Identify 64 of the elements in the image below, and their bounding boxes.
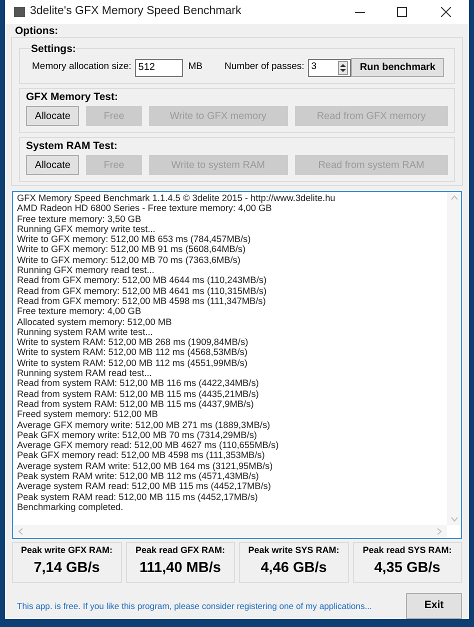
result-label: Peak read SYS RAM: [362, 544, 452, 556]
unit-label: MB [188, 60, 203, 74]
log-line: Benchmarking completed. [17, 502, 124, 512]
result-label: Peak read GFX RAM: [135, 544, 226, 556]
log-line: Peak system RAM write: 512,00 MB 112 ms (4571,43MB/s) [17, 471, 259, 482]
result-label: Peak write SYS RAM: [248, 544, 340, 556]
scroll-right-icon [437, 528, 442, 535]
result-value: 111,40 MB/s [140, 559, 221, 577]
log-line: Free texture memory: 4,00 GB [17, 306, 142, 317]
options-label: Options: [15, 25, 60, 37]
result-value: 4,46 GB/s [260, 559, 327, 577]
log-line: Read from system RAM: 512,00 MB 116 ms (4422,34MB/s) [17, 378, 259, 389]
log-line: Write to GFX memory: 512,00 MB 91 ms (5608,64MB/s) [17, 244, 246, 255]
log-line: Write to GFX memory: 512,00 MB 70 ms (7363,6MB/s) [17, 254, 240, 266]
vertical-scrollbar[interactable] [447, 192, 461, 525]
log-line: Free texture memory: 3,50 GB [17, 214, 142, 224]
log-line: GFX Memory Speed Benchmark 1.1.4.5 © 3delite 2015 - http://www.3delite.hu [17, 193, 336, 204]
exit-button[interactable]: Exit [406, 593, 462, 619]
passes-spinner[interactable]: 3 [308, 58, 352, 76]
close-icon [441, 7, 451, 17]
test-button[interactable]: Allocate [26, 106, 80, 126]
app-icon [14, 7, 25, 17]
result-value: 4,35 GB/s [374, 559, 440, 577]
log-line: Running system RAM write test... [17, 326, 153, 338]
log-line: Running system RAM read test... [17, 368, 152, 378]
passes-label: Number of passes: [224, 60, 304, 74]
log-line: Freed system memory: 512,00 MB [17, 409, 158, 420]
log-line: Read from GFX memory: 512,00 MB 4644 ms (110,243MB/s) [17, 275, 267, 286]
test-button[interactable]: Allocate [26, 155, 80, 175]
log-line: Peak system RAM read: 512,00 MB 115 ms (4452,17MB/s) [17, 492, 258, 502]
scroll-down-icon [450, 517, 458, 522]
log-line: Running GFX memory write test... [17, 224, 156, 234]
scroll-left-icon [18, 528, 23, 535]
log-line: Read from GFX memory: 512,00 MB 4641 ms (110,315MB/s) [17, 286, 267, 296]
log-line: Read from GFX memory: 512,00 MB 4598 ms (111,347MB/s) [17, 296, 266, 306]
group-label: Settings: [31, 43, 76, 55]
log-line: Write to system RAM: 512,00 MB 112 ms (4551,99MB/s) [17, 358, 248, 368]
log-line: Average GFX memory read: 512,00 MB 4627 ms (110,655MB/s) [17, 440, 279, 450]
log-line: Read from system RAM: 512,00 MB 115 ms (4437,9MB/s) [17, 398, 254, 410]
log-line: Write to system RAM: 512,00 MB 112 ms (4568,53MB/s) [17, 347, 248, 358]
window-title: 3delite's GFX Memory Speed Benchmark [30, 4, 242, 20]
log-line: Write to system RAM: 512,00 MB 268 ms (1909,84MB/s) [17, 337, 248, 348]
result-value: 7,14 GB/s [34, 559, 100, 577]
scroll-up-icon [450, 195, 458, 200]
log-line: Peak GFX memory read: 512,00 MB 4598 ms (111,353MB/s) [17, 450, 265, 461]
log-line: Peak GFX memory write: 512,00 MB 70 ms (7314,29MB/s) [17, 430, 257, 440]
spinner-arrows-icon [338, 60, 348, 74]
memory-size-field[interactable]: 512 [135, 58, 184, 76]
group-label: System RAM Test: [26, 139, 118, 153]
log-line: Average system RAM read: 512,00 MB 115 ms (4452,17MB/s) [17, 481, 271, 492]
log-line: Average GFX memory write: 512,00 MB 271 ms (1889,3MB/s) [17, 420, 270, 430]
log-line: Write to GFX memory: 512,00 MB 653 ms (784,457MB/s) [17, 234, 251, 244]
group-label: GFX Memory Test: [26, 90, 119, 104]
log-line: Average system RAM write: 512,00 MB 164 ms (3121,95MB/s) [17, 460, 273, 472]
result-label: Peak write GFX RAM: [20, 544, 113, 556]
log-line: Read from system RAM: 512,00 MB 115 ms (4435,21MB/s) [17, 388, 259, 399]
memory-size-label: Memory allocation size: [32, 60, 132, 74]
horizontal-scrollbar[interactable] [13, 525, 447, 538]
registration-note: This app. is free. If you like this program, please consider registering one of my applications... [17, 600, 372, 612]
maximize-icon [397, 7, 407, 17]
log-line: Allocated system memory: 512,00 MB [17, 316, 172, 327]
log-line: AMD Radeon HD 6800 Series - Free texture memory: 4,00 GB [17, 203, 272, 214]
log-line: Running GFX memory read test... [17, 265, 154, 276]
run-benchmark-button[interactable]: Run benchmark [351, 58, 444, 77]
